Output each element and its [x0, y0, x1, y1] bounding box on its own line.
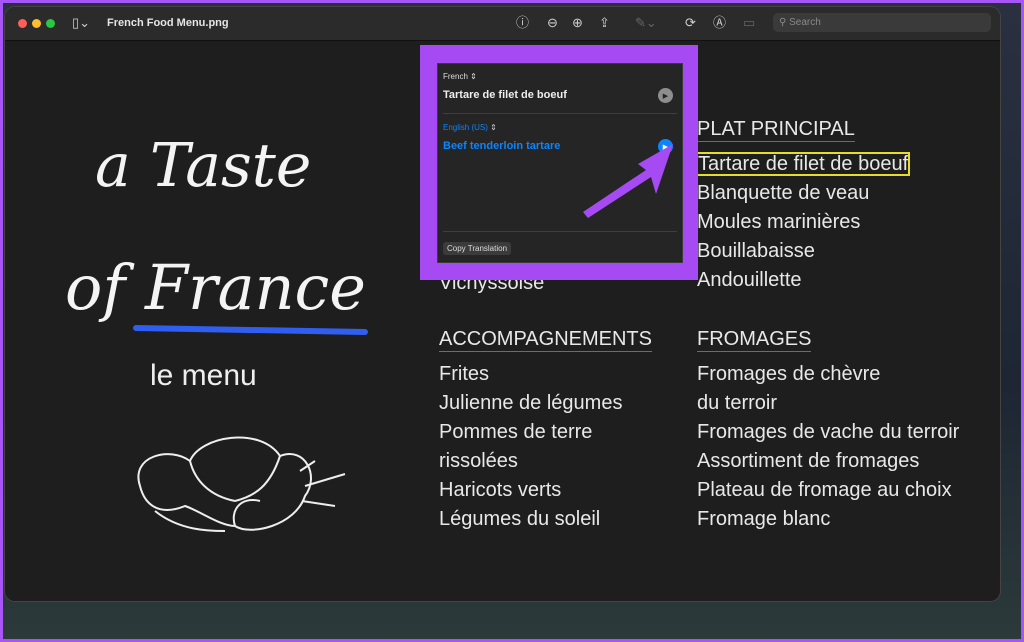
source-text: Tartare de filet de boeuf	[443, 89, 567, 101]
target-language: English (US)	[443, 123, 488, 132]
croissant-illustration	[137, 436, 346, 532]
target-language-select[interactable]: English (US) ⇕	[443, 123, 497, 132]
play-source-icon[interactable]: ▶	[658, 88, 673, 103]
minimize-button[interactable]	[32, 19, 41, 28]
zoom-out-icon[interactable]: ⊖	[547, 16, 558, 30]
markup-icon[interactable]: ✎⌄	[635, 16, 657, 30]
blue-brush-stroke	[132, 324, 369, 336]
menu-subtitle: le menu	[150, 359, 257, 392]
menu-item: Fromages de chèvre	[697, 363, 881, 385]
form-icon[interactable]: ▭	[743, 16, 755, 30]
menu-item: Julienne de légumes	[439, 392, 623, 414]
menu-item: Fromages de vache du terroir	[697, 421, 960, 443]
section-heading: FROMAGES	[697, 328, 812, 352]
zoom-in-icon[interactable]: ⊕	[572, 16, 583, 30]
menu-item: Légumes du soleil	[439, 508, 601, 530]
menu-item: rissolées	[439, 450, 518, 472]
plat-principal-section: PLAT PRINCIPAL Tartare de filet de boeuf…	[695, 115, 911, 295]
menu-item: Assortiment de fromages	[697, 450, 920, 472]
annotate-icon[interactable]: Ⓐ	[713, 16, 726, 30]
menu-item: Haricots verts	[439, 479, 562, 501]
sidebar-toggle-icon[interactable]: ▯⌄	[72, 16, 90, 30]
accompagnements-section: ACCOMPAGNEMENTS Frites Julienne de légum…	[439, 325, 652, 534]
menu-item: Bouillabaisse	[697, 240, 815, 262]
section-heading: ACCOMPAGNEMENTS	[439, 328, 652, 352]
section-heading: PLAT PRINCIPAL	[697, 118, 855, 142]
fromages-section: FROMAGES Fromages de chèvre du terroir F…	[697, 325, 959, 534]
search-input[interactable]: ⚲ Search	[773, 13, 991, 32]
divider	[443, 231, 677, 232]
close-button[interactable]	[18, 19, 27, 28]
menu-item: Pommes de terre	[439, 421, 593, 443]
info-icon[interactable]: ⓘ	[516, 16, 529, 30]
menu-item: Andouillette	[697, 269, 802, 291]
menu-item: Plateau de fromage au choix	[697, 479, 952, 501]
zoom-button[interactable]	[46, 19, 55, 28]
logo-line-1: a Taste	[95, 131, 312, 201]
source-language: French	[443, 72, 468, 81]
divider	[443, 113, 677, 114]
menu-item: Moules marinières	[697, 211, 861, 233]
translation-popover: French ⇕ Tartare de filet de boeuf ▶ Eng…	[437, 63, 683, 263]
menu-item: Frites	[439, 363, 489, 385]
translated-text: Beef tenderloin tartare	[443, 140, 561, 152]
search-placeholder: Search	[789, 17, 821, 28]
title-bar: ▯⌄ French Food Menu.png ⓘ ⊖ ⊕ ⇪ ✎⌄ ⟳ Ⓐ ▭…	[5, 7, 1000, 41]
arrow-pointer-icon	[583, 144, 673, 218]
source-language-select[interactable]: French ⇕	[443, 72, 477, 81]
menu-item: du terroir	[697, 392, 778, 414]
selected-menu-item[interactable]: Tartare de filet de boeuf	[695, 152, 911, 176]
logo-line-2: of France	[65, 251, 366, 324]
window-title: French Food Menu.png	[107, 17, 229, 29]
copy-translation-button[interactable]: Copy Translation	[443, 242, 512, 255]
share-icon[interactable]: ⇪	[599, 16, 610, 30]
menu-item: Blanquette de veau	[697, 182, 870, 204]
rotate-icon[interactable]: ⟳	[685, 16, 696, 30]
menu-item: Fromage blanc	[697, 508, 831, 530]
